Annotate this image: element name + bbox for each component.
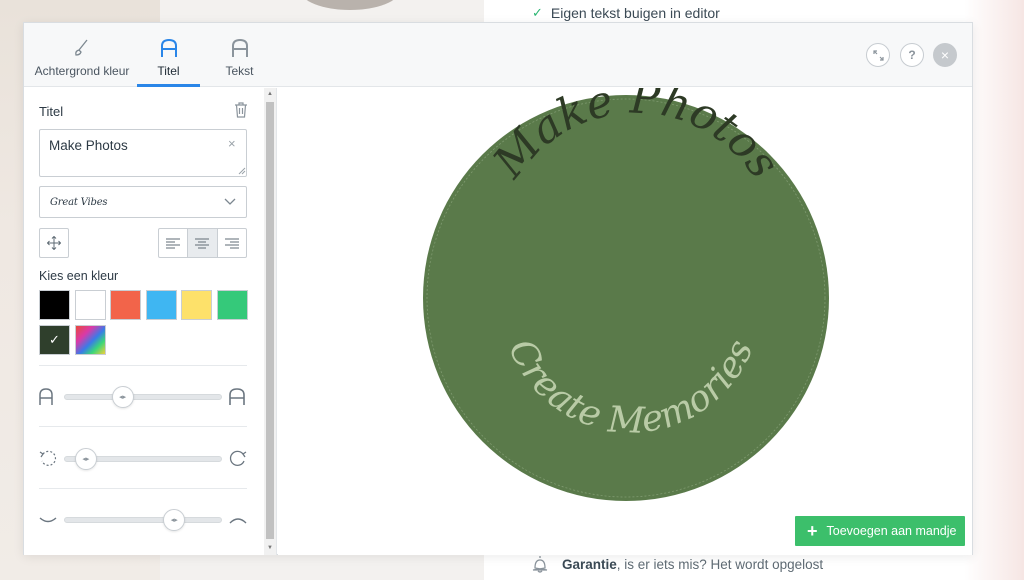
background-plate	[300, 0, 400, 10]
color-swatch[interactable]	[216, 290, 248, 320]
move-arrows-icon	[47, 236, 61, 250]
brush-icon	[75, 39, 88, 56]
text-size-large-icon	[229, 388, 245, 405]
letter-a-icon	[160, 38, 177, 57]
panel-scrollbar[interactable]: ▲ ▼	[264, 88, 276, 555]
curve-up-icon	[229, 518, 247, 524]
size-slider-thumb[interactable]: ◂▸	[111, 386, 134, 408]
editor-header: Achtergrond kleur Titel Tekst ? ×	[24, 23, 972, 87]
feature-text: Eigen tekst buigen in editor	[550, 5, 720, 21]
align-right-icon	[224, 238, 239, 248]
expand-icon	[872, 49, 884, 61]
background-edge	[964, 0, 1024, 580]
align-center-button[interactable]	[188, 229, 218, 257]
divider	[39, 488, 247, 489]
curve-slider-thumb[interactable]: ◂▸	[163, 509, 186, 531]
tab-background-color-label: Achtergrond kleur	[34, 64, 130, 78]
tab-title-label: Titel	[157, 64, 180, 78]
editor-modal: Achtergrond kleur Titel Tekst ? × Titel …	[23, 22, 973, 555]
move-button[interactable]	[39, 228, 69, 258]
add-to-cart-button[interactable]: + Toevoegen aan mandje	[795, 516, 965, 546]
curve-slider-track[interactable]	[64, 517, 222, 523]
tab-title[interactable]: Titel	[137, 23, 200, 87]
align-center-icon	[195, 238, 210, 248]
add-to-cart-label: Toevoegen aan mandje	[826, 524, 957, 538]
preview-canvas: Make Photos Create Memories	[423, 88, 829, 501]
feature-item: ✓ Eigen tekst buigen in editor	[532, 5, 720, 21]
tab-background-color[interactable]: Achtergrond kleur	[28, 23, 136, 87]
font-select-value: Great Vibes	[50, 196, 108, 208]
help-button[interactable]: ?	[900, 43, 924, 67]
title-text-input[interactable]: Make Photos	[39, 129, 247, 177]
resize-grip-icon[interactable]	[238, 167, 246, 175]
tab-text-label: Tekst	[225, 64, 254, 78]
guarantee-title: Garantie	[562, 556, 617, 572]
close-button[interactable]: ×	[933, 43, 957, 67]
panel-title: Titel	[39, 104, 64, 119]
size-slider-track[interactable]	[64, 394, 222, 400]
align-left-icon	[166, 238, 181, 248]
clear-text-icon[interactable]: ×	[228, 136, 236, 151]
chevron-down-icon	[224, 198, 236, 205]
size-slider: ◂▸	[39, 386, 247, 408]
curve-slider: ◂▸	[39, 509, 247, 531]
plus-icon: +	[807, 521, 818, 541]
color-swatch[interactable]	[74, 290, 106, 320]
color-swatch[interactable]	[74, 325, 106, 355]
tab-text[interactable]: Tekst	[212, 23, 267, 87]
trash-icon[interactable]	[234, 102, 248, 118]
rotation-slider-thumb[interactable]: ◂▸	[74, 448, 97, 470]
bell-icon	[532, 556, 548, 573]
divider	[39, 365, 247, 366]
settings-panel: Titel Make Photos × Great Vibes Kies een…	[24, 88, 277, 555]
letter-a-icon	[231, 38, 248, 57]
guarantee-text: , is er iets mis? Het wordt opgelost	[616, 556, 824, 572]
rotate-right-icon	[229, 450, 247, 466]
scroll-thumb[interactable]	[266, 102, 274, 539]
design-preview: Make Photos Create Memories	[278, 88, 972, 555]
expand-button[interactable]	[866, 43, 890, 67]
scroll-up-icon[interactable]: ▲	[266, 90, 274, 98]
check-icon: ✓	[532, 5, 543, 20]
color-swatch[interactable]: ✓	[39, 325, 70, 355]
divider	[39, 426, 247, 427]
font-select[interactable]: Great Vibes	[39, 186, 247, 218]
align-right-button[interactable]	[218, 229, 246, 257]
text-size-small-icon	[39, 388, 53, 405]
color-swatch[interactable]	[39, 290, 70, 320]
color-swatch[interactable]	[181, 290, 212, 320]
guarantee-line: Garantie, is er iets mis? Het wordt opge…	[530, 554, 823, 574]
text-align-group	[158, 228, 247, 258]
scroll-down-icon[interactable]: ▼	[266, 544, 274, 552]
rotate-left-icon	[39, 450, 57, 466]
color-swatch[interactable]	[145, 290, 177, 320]
color-swatch[interactable]	[110, 290, 141, 320]
curve-down-icon	[39, 517, 57, 523]
color-label: Kies een kleur	[39, 269, 119, 283]
rotation-slider: ◂▸	[39, 448, 247, 470]
align-left-button[interactable]	[159, 229, 189, 257]
